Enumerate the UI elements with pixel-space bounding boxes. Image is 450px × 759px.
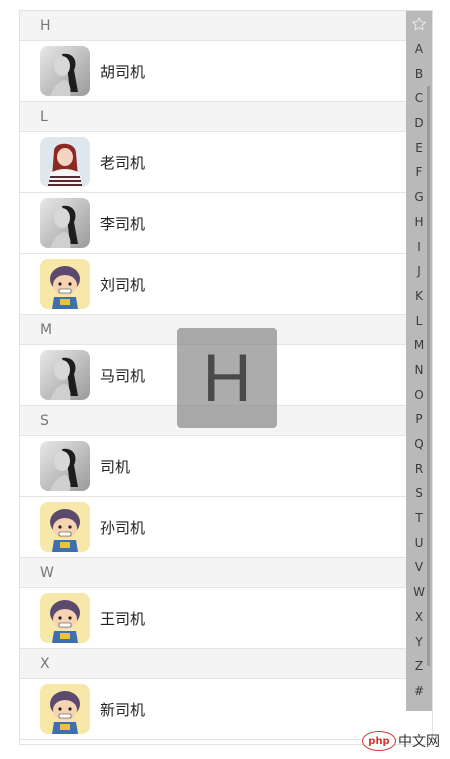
contact-row[interactable]: 李司机 [20,193,406,254]
contact-name: 马司机 [100,366,146,385]
contact-name: 新司机 [100,700,146,719]
contact-name: 李司机 [100,214,146,233]
avatar-cartoon-boy [40,502,90,552]
avatar-bw-photo [40,441,90,491]
index-letter-a[interactable]: A [406,37,432,62]
contact-name: 胡司机 [100,62,146,81]
index-scroll-indicator [427,86,430,666]
avatar-cartoon-boy [40,259,90,309]
contact-row[interactable]: 王司机 [20,588,406,649]
site-watermark: php 中文网 [362,731,440,751]
contact-row[interactable]: 新司机 [20,679,406,740]
contact-row[interactable]: 司机 [20,436,406,497]
avatar-color-photo [40,137,90,187]
contact-name: 司机 [100,457,131,476]
overlay-letter: H [202,340,252,416]
contact-name: 王司机 [100,609,146,628]
contact-name: 老司机 [100,153,146,172]
contact-row[interactable]: 孙司机 [20,497,406,558]
section-header-h: H [20,11,406,41]
avatar-bw-photo [40,46,90,96]
section-header-x: X [20,649,406,679]
index-letter-b[interactable]: B [406,62,432,87]
php-logo-icon: php [362,731,396,751]
watermark-text: 中文网 [398,734,440,750]
avatar-cartoon-boy [40,593,90,643]
contact-name: 孙司机 [100,518,146,537]
avatar-cartoon-boy [40,684,90,734]
avatar-bw-photo [40,350,90,400]
alphabet-index-bar[interactable]: A B C D E F G H I J K L M N O P Q R S T U V W X Y Z # [406,11,432,711]
contact-row[interactable]: 刘司机 [20,254,406,315]
section-header-w: W [20,558,406,588]
index-letter-hash[interactable]: # [406,679,432,704]
avatar-bw-photo [40,198,90,248]
contact-row[interactable]: 老司机 [20,132,406,193]
section-header-l: L [20,102,406,132]
current-letter-overlay: H [177,328,277,428]
contact-name: 刘司机 [100,275,146,294]
star-outline-icon[interactable] [406,11,432,37]
contact-row[interactable]: 胡司机 [20,41,406,102]
